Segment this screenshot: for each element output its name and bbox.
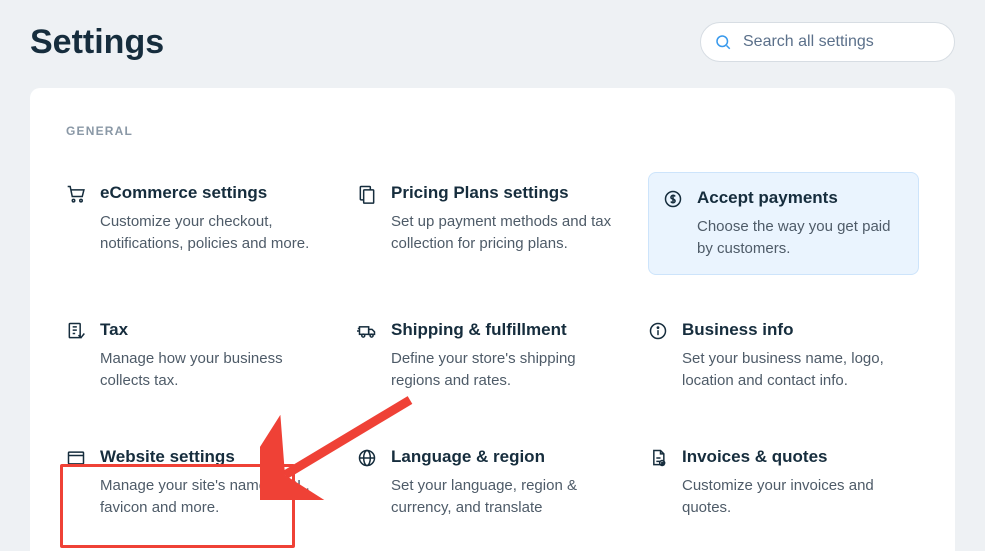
tile-ecommerce-settings[interactable]: eCommerce settings Customize your checko… bbox=[66, 172, 337, 275]
tile-title: Accept payments bbox=[697, 187, 904, 208]
section-label-general: GENERAL bbox=[66, 124, 919, 138]
page-title: Settings bbox=[30, 23, 164, 62]
tile-desc: Set up payment methods and tax collectio… bbox=[391, 211, 618, 255]
tile-title: Shipping & fulfillment bbox=[391, 319, 618, 340]
tile-desc: Set your business name, logo, location a… bbox=[682, 348, 909, 392]
cart-icon bbox=[66, 184, 86, 204]
browser-window-icon bbox=[66, 448, 86, 468]
tile-desc: Customize your checkout, notifications, … bbox=[100, 211, 327, 255]
tax-icon bbox=[66, 321, 86, 341]
tile-title: Invoices & quotes bbox=[682, 446, 909, 467]
pricing-plans-icon bbox=[357, 184, 377, 204]
tile-business-info[interactable]: Business info Set your business name, lo… bbox=[648, 309, 919, 402]
tile-title: Language & region bbox=[391, 446, 618, 467]
tile-title: Tax bbox=[100, 319, 327, 340]
search-icon bbox=[714, 33, 732, 51]
truck-icon bbox=[357, 321, 377, 341]
tile-desc: Set your language, region & currency, an… bbox=[391, 475, 618, 519]
search-container bbox=[700, 22, 955, 62]
tile-language-region[interactable]: Language & region Set your language, reg… bbox=[357, 436, 628, 529]
tile-invoices-quotes[interactable]: Invoices & quotes Customize your invoice… bbox=[648, 436, 919, 529]
invoice-icon bbox=[648, 448, 668, 468]
tile-shipping-fulfillment[interactable]: Shipping & fulfillment Define your store… bbox=[357, 309, 628, 402]
tile-title: Pricing Plans settings bbox=[391, 182, 618, 203]
tile-pricing-plans[interactable]: Pricing Plans settings Set up payment me… bbox=[357, 172, 628, 275]
tile-desc: Define your store's shipping regions and… bbox=[391, 348, 618, 392]
tile-title: Website settings bbox=[100, 446, 327, 467]
tile-desc: Customize your invoices and quotes. bbox=[682, 475, 909, 519]
tile-title: Business info bbox=[682, 319, 909, 340]
settings-panel: GENERAL eCommerce settings Customize you… bbox=[30, 88, 955, 551]
tile-title: eCommerce settings bbox=[100, 182, 327, 203]
globe-icon bbox=[357, 448, 377, 468]
tile-website-settings[interactable]: Website settings Manage your site's name… bbox=[66, 436, 337, 529]
tile-desc: Manage how your business collects tax. bbox=[100, 348, 327, 392]
tile-desc: Manage your site's name, URL, favicon an… bbox=[100, 475, 327, 519]
tile-desc: Choose the way you get paid by customers… bbox=[697, 216, 904, 260]
info-circle-icon bbox=[648, 321, 668, 341]
dollar-circle-icon bbox=[663, 189, 683, 209]
tile-tax[interactable]: Tax Manage how your business collects ta… bbox=[66, 309, 337, 402]
settings-grid: eCommerce settings Customize your checko… bbox=[66, 172, 919, 528]
tile-accept-payments[interactable]: Accept payments Choose the way you get p… bbox=[648, 172, 919, 275]
search-input[interactable] bbox=[700, 22, 955, 62]
